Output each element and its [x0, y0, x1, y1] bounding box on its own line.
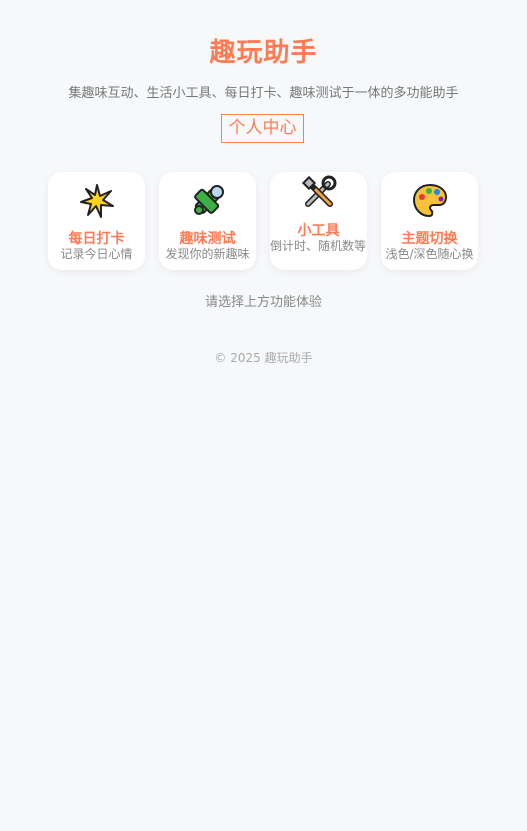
feature-desc: 发现你的新趣味: [165, 247, 250, 261]
feature-desc: 浅色/深色随心换: [385, 247, 474, 261]
feature-grid: 每日打卡 记录今日心情 趣味测试 发现你的新趣味 小工具 倒计时、随机数等 主题…: [48, 172, 478, 270]
feature-label: 趣味测试: [179, 231, 236, 247]
feature-card-checkin[interactable]: 每日打卡 记录今日心情: [48, 172, 145, 270]
feature-desc: 记录今日心情: [60, 247, 133, 261]
feature-card-quiz[interactable]: 趣味测试 发现你的新趣味: [159, 172, 256, 270]
feature-label: 小工具: [297, 223, 340, 239]
feature-label: 每日打卡: [68, 231, 125, 247]
feature-desc: 倒计时、随机数等: [270, 239, 367, 253]
star-icon: [48, 182, 145, 220]
app-title: 趣玩助手: [209, 38, 318, 68]
hint-text: 请选择上方功能体验: [204, 295, 322, 310]
palette-icon: [381, 182, 478, 220]
puzzle-icon: [159, 182, 256, 220]
app-subtitle: 集趣味互动、生活小工具、每日打卡、趣味测试于一体的多功能助手: [68, 86, 459, 101]
feature-card-tools[interactable]: 小工具 倒计时、随机数等: [270, 172, 367, 270]
footer-copyright: © 2025 趣玩助手: [214, 351, 313, 365]
feature-label: 主题切换: [401, 231, 458, 247]
profile-center-button[interactable]: 个人中心: [221, 114, 304, 143]
feature-card-theme[interactable]: 主题切换 浅色/深色随心换: [381, 172, 478, 270]
tools-icon: [270, 174, 367, 212]
